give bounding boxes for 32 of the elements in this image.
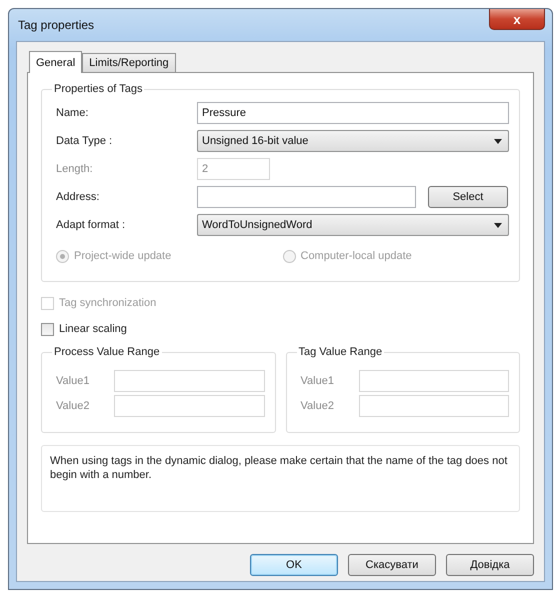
- caret-icon: [494, 138, 502, 144]
- select-button[interactable]: Select: [428, 186, 508, 208]
- group-title: Tag Value Range: [298, 346, 384, 358]
- tab[interactable]: General: [29, 51, 82, 73]
- dialog-button[interactable]: OK: [250, 554, 338, 576]
- checkbox[interactable]: [41, 322, 54, 336]
- value-label: Value1: [300, 374, 335, 386]
- field-label: Data Type :: [55, 135, 114, 147]
- info-text: When using tags in the dynamic dialog, please make certain that the name of the tag does not begin with a number.: [50, 454, 508, 482]
- field-label: Length:: [55, 163, 94, 175]
- address-field[interactable]: [197, 186, 416, 208]
- caret-icon: [494, 222, 502, 228]
- value-label: Value2: [300, 400, 335, 412]
- value-label: Value1: [55, 374, 90, 386]
- dropdown[interactable]: Unsigned 16-bit value: [197, 130, 509, 152]
- radio-label: Project-wide update: [74, 250, 172, 262]
- window-title: Tag properties: [17, 18, 94, 32]
- dialog-button[interactable]: Скасувати: [348, 554, 436, 576]
- checkbox-label: Tag synchronization: [59, 297, 156, 309]
- dropdown[interactable]: WordToUnsignedWord: [197, 214, 509, 236]
- value-label: Value2: [55, 400, 90, 412]
- radio-label: Computer-local update: [300, 250, 412, 262]
- field-label: Name:: [55, 107, 90, 119]
- close-button[interactable]: x: [489, 9, 545, 30]
- tab[interactable]: Limits/Reporting: [82, 53, 176, 72]
- dialog-button[interactable]: Довідка: [446, 554, 534, 576]
- name-field[interactable]: Pressure: [197, 102, 509, 124]
- field-label: Adapt format :: [55, 219, 126, 231]
- group-title: Process Value Range: [53, 346, 161, 358]
- field-label: Address:: [55, 191, 100, 203]
- checkbox-label: Linear scaling: [59, 323, 127, 335]
- group-title: Properties of Tags: [53, 83, 144, 95]
